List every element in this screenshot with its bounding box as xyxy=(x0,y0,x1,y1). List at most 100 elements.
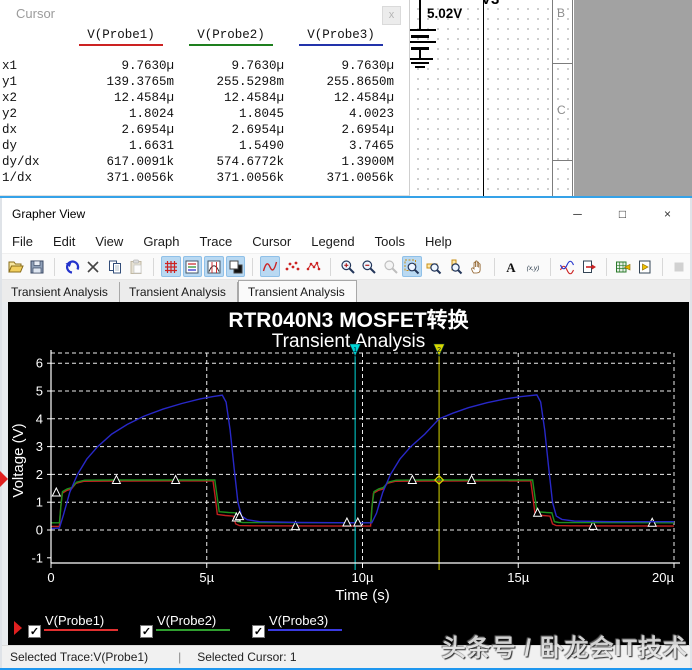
data-point-marker xyxy=(51,486,62,497)
x-tick-label: 20µ xyxy=(652,570,674,585)
selected-trace-arrow-icon xyxy=(14,621,22,635)
dots-mode-button[interactable] xyxy=(282,256,302,277)
cell-value: 371.0056k xyxy=(216,171,284,185)
cell-value: 1.8045 xyxy=(238,107,284,121)
line-dots-mode-button[interactable] xyxy=(303,256,323,277)
sheet-border-tick-1 xyxy=(552,63,573,64)
cell-value: 9.7630µ xyxy=(121,59,174,73)
cell-value: 1.6631 xyxy=(128,139,174,153)
y-axis-title: Voltage (V) xyxy=(10,423,27,497)
table-row: dx 2.6954µ 2.6954µ 2.6954µ xyxy=(0,122,404,138)
data-point-marker xyxy=(342,516,352,527)
cell-value: 371.0056k xyxy=(326,171,394,185)
menu-item-legend[interactable]: Legend xyxy=(301,234,364,249)
tab-3[interactable]: Transient Analysis xyxy=(237,280,357,302)
menu-item-graph[interactable]: Graph xyxy=(133,234,189,249)
cell-value: 139.3765m xyxy=(106,75,174,89)
pan-hand-button[interactable] xyxy=(467,256,487,277)
corner-cell xyxy=(0,28,66,46)
zoom-out-button[interactable] xyxy=(359,256,379,277)
grid-icon xyxy=(163,259,179,275)
ground-line-1 xyxy=(407,58,433,60)
y-tick-label: -1 xyxy=(31,550,43,565)
sheet-border-left xyxy=(552,0,553,196)
export-labview-button[interactable] xyxy=(635,256,655,277)
row-label: dx xyxy=(2,123,18,137)
table-row: 1/dx 371.0056k 371.0056k 371.0056k xyxy=(0,170,404,186)
zoom-in-button[interactable] xyxy=(338,256,358,277)
cell-value: 1.3900M xyxy=(341,155,394,169)
cursors-button[interactable] xyxy=(204,256,224,277)
toolbar-separator xyxy=(48,257,55,276)
export-page-icon xyxy=(581,259,597,275)
cell-value: 9.7630µ xyxy=(231,59,284,73)
legend-label: V(Probe1) xyxy=(44,613,119,631)
toolbar-separator xyxy=(488,257,495,276)
row-label: x1 xyxy=(2,59,18,73)
open-button[interactable] xyxy=(6,256,26,277)
legend-item[interactable]: ✓ V(Probe3) xyxy=(252,612,364,645)
copy-button[interactable] xyxy=(105,256,125,277)
sheet-row-letter-c: C xyxy=(557,103,566,117)
cell-value: 371.0056k xyxy=(106,171,174,185)
row-label: y2 xyxy=(2,107,18,121)
legend-button[interactable] xyxy=(182,256,203,277)
maximize-icon[interactable]: □ xyxy=(600,198,645,230)
text-annotation-button[interactable] xyxy=(502,256,522,277)
title-bar[interactable]: Grapher View ─ □ × xyxy=(2,198,690,230)
menu-item-help[interactable]: Help xyxy=(415,234,462,249)
x-tick-label: 15µ xyxy=(507,570,529,585)
copy-icon xyxy=(107,259,123,275)
legend-icon xyxy=(184,259,200,275)
zoom-vertical-button[interactable] xyxy=(446,256,466,277)
y-tick-label: 0 xyxy=(36,523,43,538)
export-excel-button[interactable] xyxy=(614,256,634,277)
invert-colors-button[interactable] xyxy=(225,256,246,277)
undo-button[interactable] xyxy=(62,256,82,277)
table-row: dy/dx 617.0091k 574.6772k 1.3900M xyxy=(0,154,404,170)
minimize-icon[interactable]: ─ xyxy=(555,198,600,230)
open-icon xyxy=(8,259,24,275)
cursor-panel-title: Cursor xyxy=(16,6,56,21)
delete-button[interactable] xyxy=(84,256,104,277)
paste-button xyxy=(127,256,147,277)
zoom-area-button[interactable] xyxy=(402,256,422,277)
menu-item-tools[interactable]: Tools xyxy=(365,234,415,249)
menu-item-file[interactable]: File xyxy=(2,234,43,249)
y-tick-label: 5 xyxy=(36,384,43,399)
grid-button[interactable] xyxy=(161,256,181,277)
table-row: x1 9.7630µ 9.7630µ 9.7630µ xyxy=(0,58,404,74)
export-labview-icon xyxy=(637,259,653,275)
legend-item[interactable]: ✓ V(Probe1) xyxy=(28,612,140,645)
legend-checkbox[interactable]: ✓ xyxy=(140,625,153,638)
invert-colors-icon xyxy=(228,259,244,275)
legend-label: V(Probe3) xyxy=(268,613,343,631)
close-icon[interactable]: × xyxy=(645,198,690,230)
cursors-icon xyxy=(206,259,222,275)
plot[interactable]: 1 2 6 5 4 3 2 1 0 -1 0 5µ 10µ 15µ 20µ Time (s) Voltage (… xyxy=(8,302,689,612)
tab-2[interactable]: Transient Analysis xyxy=(120,282,238,302)
export-page-button[interactable] xyxy=(579,256,599,277)
menu-item-trace[interactable]: Trace xyxy=(189,234,242,249)
toolbar-separator xyxy=(147,257,155,276)
legend-item[interactable]: ✓ V(Probe2) xyxy=(140,612,252,645)
table-row: y2 1.8024 1.8045 4.0023 xyxy=(0,106,404,122)
toolbar-separator xyxy=(246,257,254,276)
cell-value: 2.6954µ xyxy=(341,123,394,137)
save-button[interactable] xyxy=(28,256,48,277)
menu-item-view[interactable]: View xyxy=(85,234,133,249)
menu-item-cursor[interactable]: Cursor xyxy=(242,234,301,249)
overlay-traces-button[interactable] xyxy=(558,256,578,277)
y-tick-label: 6 xyxy=(36,356,43,371)
legend-checkbox[interactable]: ✓ xyxy=(252,625,265,638)
legend-label: V(Probe2) xyxy=(156,613,231,631)
tab-1[interactable]: Transient Analysis xyxy=(2,282,120,302)
xy-readout-button[interactable] xyxy=(523,256,543,277)
legend-checkbox[interactable]: ✓ xyxy=(28,625,41,638)
zoom-horizontal-button[interactable] xyxy=(424,256,444,277)
line-mode-button[interactable] xyxy=(260,256,280,277)
menu-item-edit[interactable]: Edit xyxy=(43,234,85,249)
undo-icon xyxy=(64,259,80,275)
close-icon[interactable]: x xyxy=(382,6,401,25)
cell-value: 574.6772k xyxy=(216,155,284,169)
